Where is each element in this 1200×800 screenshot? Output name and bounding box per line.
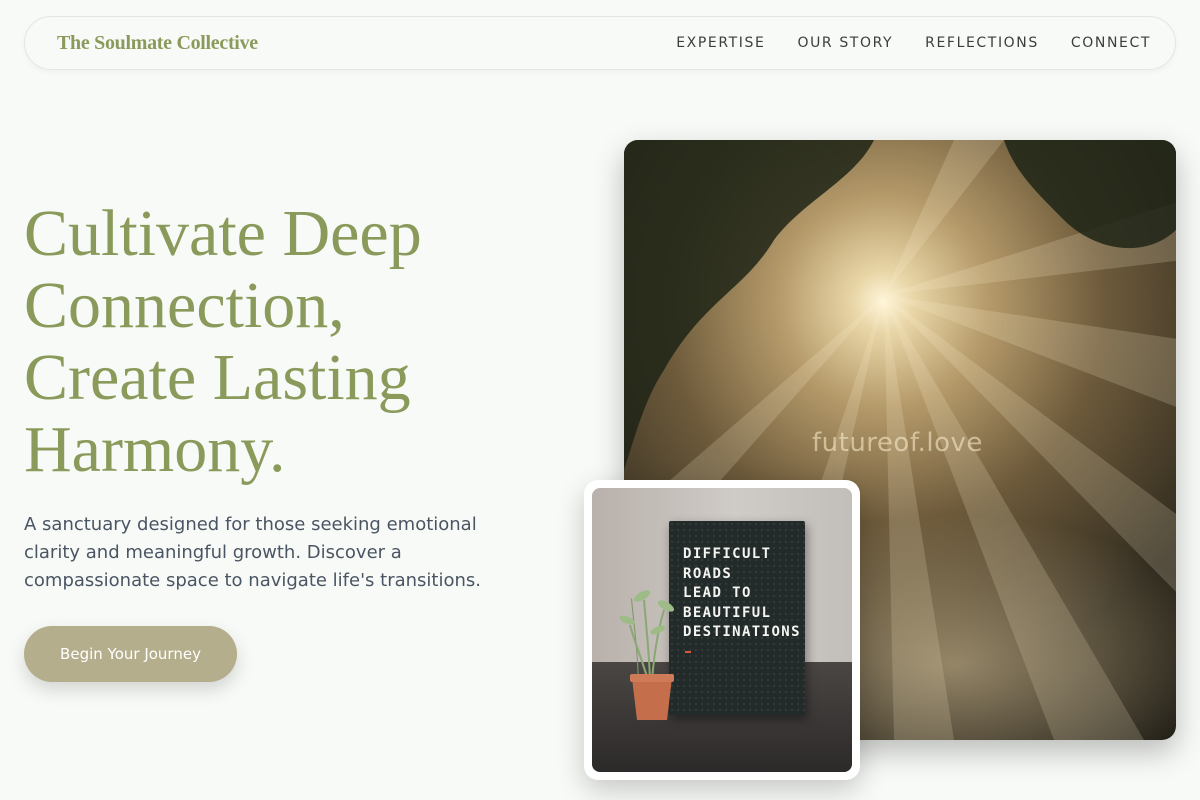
letter-board-text: DIFFICULT ROADS LEAD TO BEAUTIFUL DESTIN… [683,545,801,643]
seedling-icon [619,590,675,720]
brand-logo-link[interactable]: The Soulmate Collective [57,32,258,55]
letter-board-photo-card: DIFFICULT ROADS LEAD TO BEAUTIFUL DESTIN… [584,480,860,780]
letter-board-line: LEAD TO [683,585,752,601]
letter-board-line: BEAUTIFUL [683,604,772,621]
hero-description: A sanctuary designed for those seeking e… [24,511,514,595]
nav-link-connect[interactable]: CONNECT [1071,35,1151,51]
hero-headline-line: Harmony. [24,413,286,486]
hero-headline-line: Create Lasting [24,341,411,414]
top-navigation-bar: The Soulmate Collective EXPERTISE OUR ST… [24,16,1176,70]
hero-headline: Cultivate Deep Connection, Create Lastin… [24,198,584,486]
image-watermark: futureof.love [812,428,983,458]
letter-board-line: ROADS [683,565,733,582]
nav-link-our-story[interactable]: OUR STORY [797,35,893,51]
letter-board-photo: DIFFICULT ROADS LEAD TO BEAUTIFUL DESTIN… [592,488,852,772]
hero-description-line: A sanctuary designed for those seeking e… [24,514,477,535]
hero-description-line: clarity and meaningful growth. Discover … [24,542,402,563]
hero-headline-line: Cultivate Deep [24,197,422,270]
hero-description-line: compassionate space to navigate life's t… [24,570,481,591]
letter-board-line: DESTINATIONS [683,624,801,640]
letter-board-line: DIFFICULT [683,546,772,562]
hero-headline-line: Connection, [24,269,345,342]
nav-link-expertise[interactable]: EXPERTISE [676,35,765,51]
nav-link-reflections[interactable]: REFLECTIONS [925,35,1039,51]
nav-links: EXPERTISE OUR STORY REFLECTIONS CONNECT [676,35,1151,51]
begin-journey-button[interactable]: Begin Your Journey [24,626,237,682]
